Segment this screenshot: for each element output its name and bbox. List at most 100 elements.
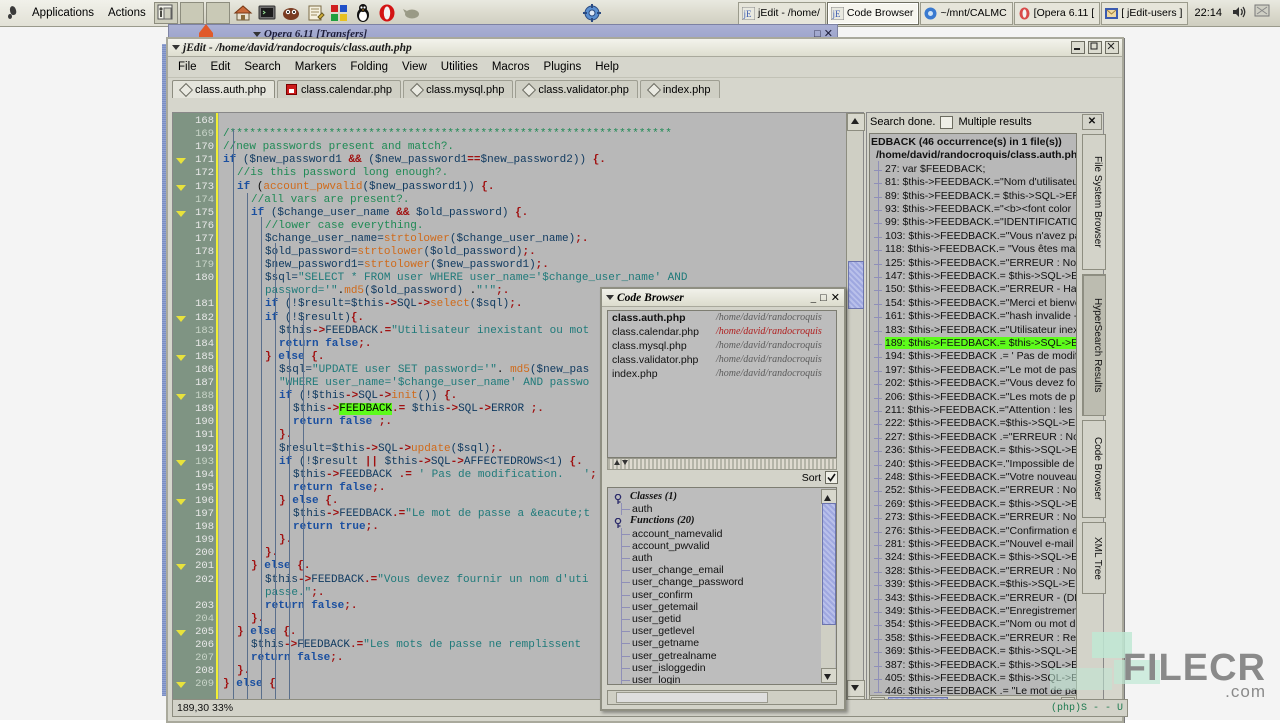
fold-triangle-icon[interactable] <box>176 185 186 191</box>
hypersearch-results-tree[interactable]: EDBACK (46 occurrence(s) in 1 file(s))/h… <box>869 133 1077 697</box>
editor-vertical-scrollbar[interactable] <box>846 113 863 714</box>
code-browser-structure-tree[interactable]: Classes (1)authFunctions (20)account_nam… <box>607 487 837 685</box>
gnome-foot-icon[interactable] <box>6 5 22 21</box>
task-jedit-users[interactable]: [ jEdit-users ] <box>1101 2 1188 25</box>
result-row[interactable]: 405: $this->FEEDBACK.= $this->SQL->E <box>885 672 1077 684</box>
tree-group-label[interactable]: Classes (1) <box>630 491 677 502</box>
tree-item[interactable]: account_pwvalid <box>632 540 710 552</box>
result-row[interactable]: 211: $this->FEEDBACK.="Attention : les <box>885 404 1072 416</box>
menu-search[interactable]: Search <box>238 60 286 74</box>
editor-icon[interactable] <box>305 3 325 23</box>
menu-markers[interactable]: Markers <box>289 60 343 74</box>
code-browser-titlebar[interactable]: Code Browser _ □ ✕ <box>602 289 844 307</box>
dock-tab-code-browser[interactable]: Code Browser <box>1082 420 1106 518</box>
tab-class-validator-php[interactable]: class.validator.php <box>515 80 638 98</box>
result-row[interactable]: 99: $this->FEEDBACK.="IDENTIFICATION <box>885 216 1077 228</box>
tree-item[interactable]: user_change_email <box>632 564 724 576</box>
dock-tab-hypersearch-results[interactable]: HyperSearch Results <box>1082 274 1106 416</box>
result-row[interactable]: 81: $this->FEEDBACK.="Nom d'utilisateu <box>885 176 1077 188</box>
fold-triangle-icon[interactable] <box>176 394 186 400</box>
tab-index-php[interactable]: index.php <box>640 80 720 98</box>
splitter-arrows-icon[interactable] <box>609 459 631 467</box>
task-opera[interactable]: [Opera 6.11 [ <box>1014 2 1101 25</box>
result-row[interactable]: 324: $this->FEEDBACK.= $this->SQL->E <box>885 551 1077 563</box>
code-browser-file-list[interactable]: class.auth.php/home/david/randocroquiscl… <box>607 310 837 458</box>
result-row[interactable]: 27: var $FEEDBACK; <box>885 163 985 175</box>
tree-item[interactable]: user_change_password <box>632 576 744 588</box>
result-row[interactable]: 369: $this->FEEDBACK.= $this->SQL->E <box>885 645 1077 657</box>
fold-triangle-icon[interactable] <box>176 564 186 570</box>
task-jedit-home[interactable]: jE jEdit - /home/ <box>738 2 826 25</box>
tree-item[interactable]: user_getlevel <box>632 625 694 637</box>
tab-class-auth-php[interactable]: class.auth.php <box>172 80 275 98</box>
hscroll-thumb[interactable] <box>616 692 768 703</box>
result-row[interactable]: 197: $this->FEEDBACK.="Le mot de pass <box>885 364 1077 376</box>
window-menu-icon[interactable] <box>170 41 183 54</box>
result-row[interactable]: 89: $this->FEEDBACK.= $this->SQL->ER <box>885 190 1077 202</box>
panel-drawer-1[interactable] <box>180 2 204 24</box>
file-list-item[interactable]: class.calendar.php/home/david/randocroqu… <box>608 325 836 339</box>
menu-file[interactable]: File <box>172 60 203 74</box>
menu-edit[interactable]: Edit <box>205 60 237 74</box>
result-row[interactable]: 222: $this->FEEDBACK.=$this->SQL->E <box>885 417 1075 429</box>
jedit-titlebar[interactable]: jEdit - /home/david/randocroquis/class.a… <box>168 39 1122 57</box>
result-row[interactable]: 118: $this->FEEDBACK.= "Vous êtes mai <box>885 243 1077 255</box>
rhino-icon[interactable] <box>401 3 421 23</box>
line-number-gutter[interactable]: 1681691701711721731741751761771781791801… <box>173 113 217 714</box>
maximize-button[interactable]: □ <box>820 292 827 304</box>
fold-triangle-icon[interactable] <box>176 355 186 361</box>
result-row[interactable]: 236: $this->FEEDBACK.= $this->SQL->E <box>885 444 1077 456</box>
gimp-icon[interactable] <box>281 3 301 23</box>
result-row[interactable]: 349: $this->FEEDBACK.="Enregistrement <box>885 605 1077 617</box>
result-row[interactable]: 273: $this->FEEDBACK.="ERREUR : Nom d <box>885 511 1077 523</box>
sort-checkbox[interactable] <box>825 471 838 484</box>
result-row[interactable]: 281: $this->FEEDBACK.="Nouvel e-mail <box>885 538 1074 550</box>
tree-item[interactable]: auth <box>632 503 652 515</box>
menu-view[interactable]: View <box>396 60 433 74</box>
tree-item[interactable]: user_getname <box>632 637 699 649</box>
fold-triangle-icon[interactable] <box>176 499 186 505</box>
result-row[interactable]: 202: $this->FEEDBACK.="Vous devez fou <box>885 377 1077 389</box>
scroll-up-button[interactable] <box>847 113 865 131</box>
tree-item[interactable]: user_getid <box>632 613 681 625</box>
result-row[interactable]: 125: $this->FEEDBACK.="ERREUR : Nom d <box>885 257 1077 269</box>
tree-item[interactable]: account_namevalid <box>632 528 722 540</box>
task-code-browser[interactable]: jE Code Browser <box>827 2 920 25</box>
tree-item[interactable]: user_login <box>632 674 680 685</box>
fold-triangle-icon[interactable] <box>176 682 186 688</box>
result-row[interactable]: 269: $this->FEEDBACK.= $this->SQL->E <box>885 498 1077 510</box>
result-row[interactable]: 183: $this->FEEDBACK.="Utilisateur inex <box>885 324 1077 336</box>
file-list-item[interactable]: class.validator.php/home/david/randocroq… <box>608 353 836 367</box>
clock[interactable]: 22:14 <box>1188 7 1228 19</box>
dock-tab-xml-tree[interactable]: XML Tree <box>1082 522 1106 594</box>
code-browser-horizontal-scrollbar[interactable] <box>607 690 837 705</box>
result-row[interactable]: 339: $this->FEEDBACK.=$this->SQL->E <box>885 578 1075 590</box>
result-row[interactable]: 227: $this->FEEDBACK .="ERREUR : Nom <box>885 431 1077 443</box>
result-row[interactable]: 150: $this->FEEDBACK.="ERREUR - Hash <box>885 283 1077 295</box>
window-menu-icon[interactable] <box>604 291 617 304</box>
code-browser-splitter[interactable] <box>607 458 837 470</box>
terminal-icon[interactable] <box>257 3 277 23</box>
result-row[interactable]: 328: $this->FEEDBACK.="ERREUR : Nom d <box>885 565 1077 577</box>
result-row[interactable]: 252: $this->FEEDBACK.="ERREUR : Nom d <box>885 484 1077 496</box>
menu-folding[interactable]: Folding <box>344 60 394 74</box>
tree-item[interactable]: user_confirm <box>632 589 693 601</box>
minimize-button[interactable] <box>1071 41 1085 54</box>
result-row[interactable]: 387: $this->FEEDBACK.= $this->SQL->E <box>885 659 1077 671</box>
result-row[interactable]: 343: $this->FEEDBACK.="ERREUR - (DB E <box>885 592 1077 604</box>
tree-node-icon[interactable] <box>614 516 625 527</box>
tree-group-label[interactable]: Functions (20) <box>630 515 694 526</box>
tree-item[interactable]: user_getemail <box>632 601 698 613</box>
tree-item[interactable]: auth <box>632 552 652 564</box>
result-row[interactable]: 206: $this->FEEDBACK.="Les mots de pa <box>885 391 1077 403</box>
fold-triangle-icon[interactable] <box>176 316 186 322</box>
fold-triangle-icon[interactable] <box>176 158 186 164</box>
result-row[interactable]: 189: $this->FEEDBACK.= $this->SQL->E <box>885 337 1077 349</box>
close-button[interactable]: ✕ <box>831 291 840 304</box>
gnome-icon[interactable] <box>329 3 349 23</box>
menu-utilities[interactable]: Utilities <box>435 60 484 74</box>
dock-close-icon[interactable]: ✕ <box>1082 114 1102 130</box>
result-row[interactable]: 161: $this->FEEDBACK.="hash invalide - <box>885 310 1077 322</box>
tree-vertical-scrollbar[interactable] <box>821 489 835 683</box>
window-menu-icon[interactable] <box>251 28 264 41</box>
